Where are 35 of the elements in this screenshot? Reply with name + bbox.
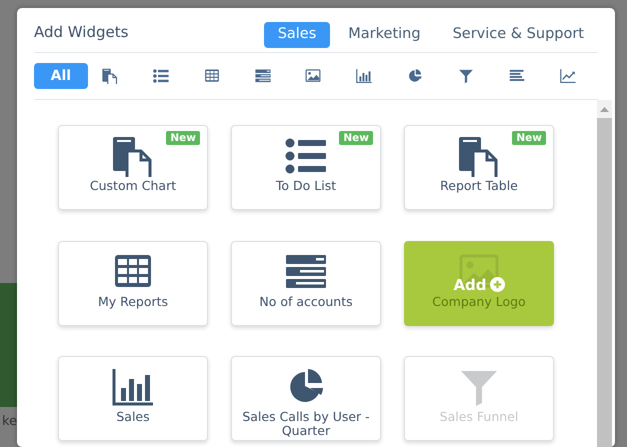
pie-chart-icon xyxy=(406,68,424,84)
widget-card[interactable]: New To Do List xyxy=(231,125,381,210)
widget-label: To Do List xyxy=(274,179,338,193)
widget-card[interactable]: New Custom Chart xyxy=(58,125,208,210)
stacked-bars-icon xyxy=(254,68,272,84)
widget-label: Sales Funnel xyxy=(438,410,520,424)
widget-label: Custom Chart xyxy=(88,179,178,193)
funnel-icon xyxy=(456,68,475,84)
dialog-title: Add Widgets xyxy=(34,22,128,43)
widget-card[interactable]: No of accounts xyxy=(231,240,381,326)
widget-card[interactable]: Sales xyxy=(58,356,208,442)
bar-chart-icon xyxy=(355,68,374,84)
widget-label: Sales Calls by User - Quarter xyxy=(241,410,371,438)
document-icon xyxy=(101,68,120,84)
background-text: ke xyxy=(2,413,18,431)
widget-card[interactable]: My Reports xyxy=(58,240,208,326)
new-badge: New xyxy=(339,131,373,145)
widget-label: Sales xyxy=(115,410,151,424)
line-chart-icon xyxy=(558,68,577,84)
widget-label: Report Table xyxy=(439,179,519,193)
widget-label: No of accounts xyxy=(258,294,354,309)
image-icon xyxy=(304,68,322,84)
text-lines-icon xyxy=(508,68,526,84)
new-badge: New xyxy=(512,131,546,145)
widget-card[interactable]: Sales Calls by User - Quarter xyxy=(231,356,381,442)
scrollbar[interactable] xyxy=(597,100,612,447)
widget-label: Company Logo xyxy=(431,294,527,309)
widget-label: My Reports xyxy=(96,294,170,309)
table-icon xyxy=(202,68,221,84)
category-tab[interactable]: Service & Support xyxy=(438,22,598,48)
bar-chart-icon xyxy=(111,366,155,408)
new-badge: New xyxy=(166,131,200,145)
list-icon xyxy=(152,68,170,84)
widget-card[interactable]: New Report Table xyxy=(404,125,554,210)
category-tab[interactable]: Marketing xyxy=(334,22,435,48)
